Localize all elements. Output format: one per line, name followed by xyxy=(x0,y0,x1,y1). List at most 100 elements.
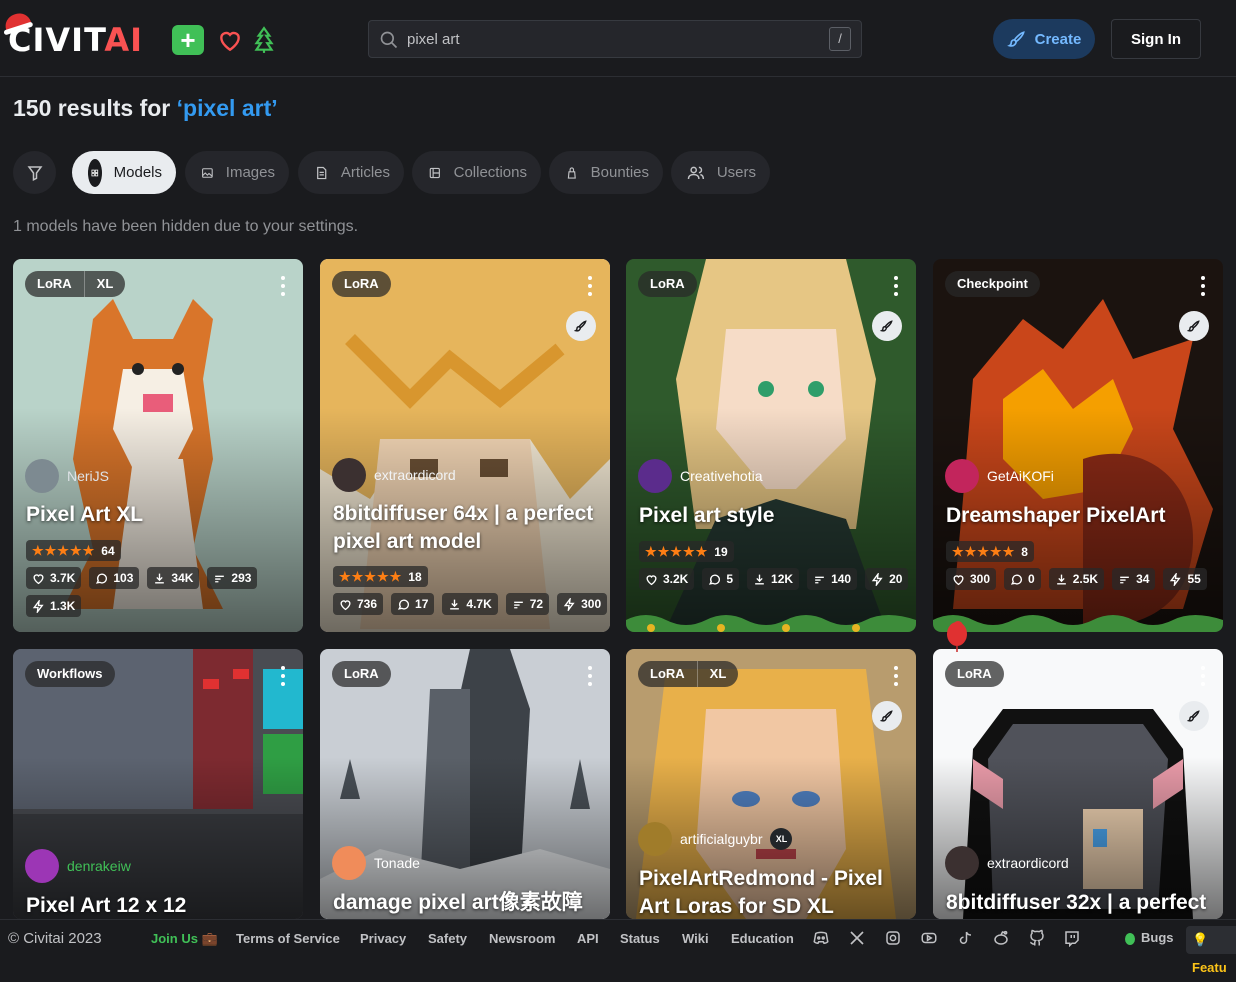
model-card[interactable]: LoRA Creativehotia Pixel art style ★★★★★… xyxy=(626,259,916,632)
like-icon xyxy=(340,599,351,610)
downloads-stat: 4.7K xyxy=(442,593,498,615)
tree-icon[interactable] xyxy=(248,25,280,55)
footer-link-wiki[interactable]: Wiki xyxy=(682,931,709,946)
image-icon xyxy=(202,167,213,178)
garland-decoration xyxy=(933,615,1223,632)
creator-info[interactable]: artificialguybr XL xyxy=(638,822,793,856)
heart-icon[interactable] xyxy=(214,25,246,55)
rating-badge: ★★★★★ 8 xyxy=(946,541,1034,562)
tab-label: Bounties xyxy=(590,164,649,181)
tab-articles[interactable]: Articles xyxy=(298,151,404,194)
avatar xyxy=(638,459,672,493)
buzz-stat: 55 xyxy=(1163,568,1207,590)
more-options-dots-icon[interactable] xyxy=(588,276,592,296)
join-us-link[interactable]: Join Us 💼 xyxy=(151,931,218,947)
footer-link-api[interactable]: API xyxy=(577,931,599,946)
bugs-link[interactable]: Bugs xyxy=(1124,930,1174,945)
stats-row: 3.7K 103 34K 293 1.3K xyxy=(26,567,296,617)
model-card[interactable]: Workflows denrakeiw Pixel Art 12 x 12 xyxy=(13,649,303,919)
avatar xyxy=(25,459,59,493)
model-card[interactable]: LoRA XL NeriJS Pixel Art XL ★★★★★ 64 3.7K … xyxy=(13,259,303,632)
likes-stat: 736 xyxy=(333,593,384,615)
youtube-icon[interactable] xyxy=(920,929,938,947)
grid-icon xyxy=(88,158,102,187)
tab-label: Articles xyxy=(340,164,390,181)
download-icon xyxy=(450,599,460,610)
discord-icon[interactable] xyxy=(812,929,830,947)
tiktok-icon[interactable] xyxy=(956,929,974,947)
civitai-logo[interactable]: CIVITAI xyxy=(8,22,143,58)
more-options-dots-icon[interactable] xyxy=(1201,666,1205,686)
more-options-dots-icon[interactable] xyxy=(281,666,285,686)
github-icon[interactable] xyxy=(1028,929,1046,947)
footer-link-privacy[interactable]: Privacy xyxy=(360,931,406,946)
footer-link-terms[interactable]: Terms of Service xyxy=(236,931,340,946)
likes-stat: 3.7K xyxy=(26,567,82,589)
footer-link-safety[interactable]: Safety xyxy=(428,931,467,946)
stars-icon: ★★★★★ xyxy=(339,568,403,584)
brush-icon[interactable] xyxy=(1179,311,1209,341)
feature-request-button[interactable]: 💡 Featu xyxy=(1186,926,1236,975)
comments-stat: 0 xyxy=(1004,568,1041,590)
creator-info[interactable]: denrakeiw xyxy=(25,849,131,883)
model-card[interactable]: LoRA Tonade damage pixel art像素故障 xyxy=(320,649,610,919)
comment-icon xyxy=(397,599,409,610)
badge-base-model: XL xyxy=(83,271,126,297)
buzz-stat: 1.3K xyxy=(26,595,82,617)
creator-name: GetAiKOFi xyxy=(987,468,1054,484)
creator-name: NeriJS xyxy=(67,468,110,484)
comment-icon xyxy=(1010,574,1022,585)
more-options-dots-icon[interactable] xyxy=(1201,276,1205,296)
more-options-dots-icon[interactable] xyxy=(281,276,285,296)
more-options-dots-icon[interactable] xyxy=(894,666,898,686)
creator-info[interactable]: extraordicord xyxy=(332,458,456,492)
tip-icon xyxy=(1120,576,1129,583)
x-icon[interactable] xyxy=(848,929,866,947)
brush-icon[interactable] xyxy=(566,311,596,341)
more-options-dots-icon[interactable] xyxy=(588,666,592,686)
footer-link-newsroom[interactable]: Newsroom xyxy=(489,931,555,946)
search-input[interactable] xyxy=(407,21,827,57)
plus-icon[interactable]: + xyxy=(172,25,204,55)
creator-info[interactable]: GetAiKOFi xyxy=(945,459,1054,493)
tab-images[interactable]: Images xyxy=(185,151,289,194)
model-card[interactable]: Checkpoint GetAiKOFi Dreamshaper PixelAr… xyxy=(933,259,1223,632)
creator-info[interactable]: Tonade xyxy=(332,846,420,880)
footer-link-education[interactable]: Education xyxy=(731,931,794,946)
top-header: CIVITAI + / Create Sign In xyxy=(0,0,1236,77)
reddit-icon[interactable] xyxy=(992,929,1010,947)
model-card[interactable]: LoRA extraordicord 8bitdiffuser 32x | a … xyxy=(933,649,1223,919)
tab-collections[interactable]: Collections xyxy=(412,151,541,194)
footer-link-status[interactable]: Status xyxy=(620,931,660,946)
card-title: Pixel Art XL xyxy=(26,503,144,526)
brush-icon[interactable] xyxy=(872,701,902,731)
badge-type: LoRA xyxy=(37,276,72,291)
filter-button[interactable] xyxy=(13,151,56,194)
more-options-dots-icon[interactable] xyxy=(894,276,898,296)
creator-info[interactable]: extraordicord xyxy=(945,846,1069,880)
tab-users[interactable]: Users xyxy=(671,151,770,194)
create-button[interactable]: Create xyxy=(993,19,1095,59)
footer: © Civitai 2023 Join Us 💼 Terms of Servic… xyxy=(0,919,1236,975)
search-bar[interactable]: / xyxy=(368,20,862,58)
rating-badge: ★★★★★ 18 xyxy=(333,566,428,587)
creator-info[interactable]: Creativehotia xyxy=(638,459,763,493)
download-icon xyxy=(155,573,165,584)
card-title: Pixel Art 12 x 12 xyxy=(26,894,187,917)
likes-stat: 300 xyxy=(946,568,997,590)
tab-bounties[interactable]: Bounties xyxy=(549,151,663,194)
garland-decoration xyxy=(626,615,916,632)
rating-count: 18 xyxy=(408,569,422,584)
type-badges: LoRA XL xyxy=(25,271,126,297)
brush-icon[interactable] xyxy=(872,311,902,341)
sign-in-button[interactable]: Sign In xyxy=(1111,19,1201,59)
model-card[interactable]: LoRA XL artificialguybr XL PixelArtRedmon… xyxy=(626,649,916,919)
card-title: damage pixel art像素故障 xyxy=(333,891,583,914)
instagram-icon[interactable] xyxy=(884,929,902,947)
tab-models[interactable]: Models xyxy=(72,151,176,194)
model-card[interactable]: LoRA extraordicord 8bitdiffuser 64x | a … xyxy=(320,259,610,632)
twitch-icon[interactable] xyxy=(1063,929,1081,947)
creator-info[interactable]: NeriJS xyxy=(25,459,109,493)
brush-icon[interactable] xyxy=(1179,701,1209,731)
downloads-stat: 34K xyxy=(147,567,200,589)
